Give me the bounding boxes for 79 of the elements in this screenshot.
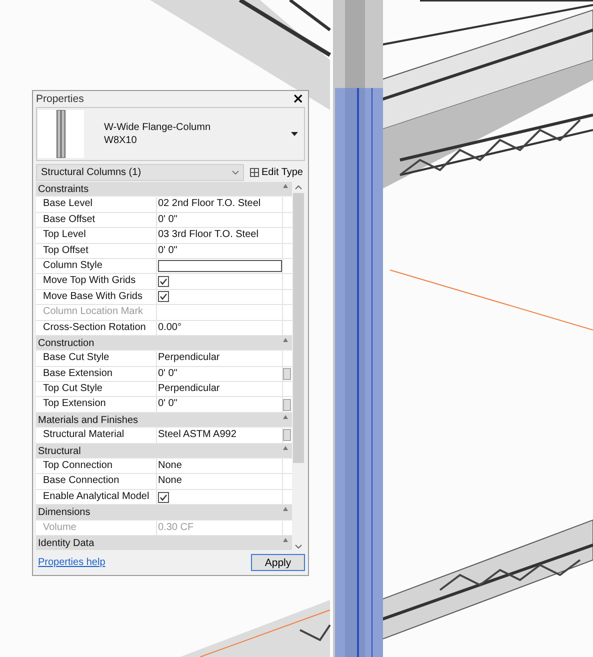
panel-title: Properties [36, 93, 84, 105]
checkbox[interactable] [158, 276, 169, 288]
property-row[interactable]: Base Level 02 2nd Floor T.O. Steel [36, 197, 292, 213]
property-label: Top Level [42, 228, 87, 242]
property-label: Base Cut Style [42, 351, 110, 366]
property-row[interactable]: Base Offset 0' 0" [36, 212, 292, 228]
collapse-icon [283, 538, 288, 543]
scrollbar[interactable] [292, 182, 305, 552]
property-label: Top Extension [42, 397, 107, 412]
property-row[interactable]: Top Extension 0' 0" [36, 397, 292, 413]
section-header[interactable]: Structural [36, 444, 292, 460]
type-name: W8X10 [104, 135, 138, 146]
property-label: Base Offset [42, 212, 96, 227]
property-value[interactable]: 03 3rd Floor T.O. Steel [158, 228, 258, 243]
property-value[interactable]: None [158, 459, 182, 474]
property-row[interactable]: Base Extension 0' 0" [36, 366, 292, 382]
property-row[interactable]: Structural Material Steel ASTM A992 [36, 428, 292, 444]
property-value[interactable]: 02 2nd Floor T.O. Steel [158, 197, 261, 212]
apply-button[interactable]: Apply [251, 554, 305, 571]
checkbox[interactable] [158, 492, 169, 502]
scroll-down-icon[interactable] [295, 544, 302, 549]
section-header[interactable]: Identity Data [36, 536, 292, 552]
grid-icon [250, 168, 260, 176]
property-row[interactable]: Base Cut Style Perpendicular [36, 351, 292, 367]
property-row[interactable]: Top Offset 0' 0" [36, 244, 292, 259]
checkbox[interactable] [158, 291, 169, 302]
family-name: W-Wide Flange-Column [104, 122, 212, 133]
chevron-icon [232, 170, 240, 174]
property-row[interactable]: Top Cut Style Perpendicular [36, 382, 292, 398]
section-header[interactable]: Materials and Finishes [36, 412, 292, 428]
property-row[interactable]: Enable Analytical Model [36, 490, 292, 506]
property-label: Top Offset [42, 244, 90, 258]
property-value[interactable]: 0.00° [158, 320, 182, 335]
property-row[interactable]: Base Connection None [36, 474, 292, 490]
property-row[interactable]: Top Level 03 3rd Floor T.O. Steel [36, 228, 292, 244]
collapse-icon [283, 184, 288, 189]
edit-type-button[interactable]: Edit Type [248, 166, 305, 178]
property-row[interactable]: Column Style [36, 258, 292, 274]
scroll-up-icon[interactable] [295, 185, 302, 190]
collapse-icon [283, 414, 288, 420]
property-row[interactable]: Top Connection None [36, 459, 292, 474]
collapse-icon [283, 446, 288, 451]
help-link[interactable]: Properties help [36, 557, 106, 568]
property-label: Cross-Section Rotation [42, 320, 147, 335]
section-header[interactable]: Construction [36, 336, 292, 352]
property-label: Base Connection [42, 474, 120, 488]
property-label: Top Cut Style [42, 382, 104, 396]
section-header[interactable]: Dimensions [36, 505, 292, 521]
property-label: Base Level [42, 197, 94, 212]
property-value[interactable]: 0' 0" [158, 244, 178, 258]
property-row[interactable]: Cross-Section Rotation 0.00° [36, 320, 292, 336]
caret-icon [291, 132, 298, 136]
property-label: Column Location Mark [42, 305, 144, 320]
property-label: Base Extension [42, 366, 114, 381]
property-label: Move Top With Grids [42, 274, 137, 288]
type-selector[interactable]: W-Wide Flange-Column W8X10 [36, 107, 305, 161]
property-row[interactable]: Move Top With Grids [36, 274, 292, 290]
property-value[interactable]: Perpendicular [158, 382, 220, 396]
property-label: Column Style [42, 258, 104, 273]
property-value[interactable]: None [158, 474, 182, 489]
property-value[interactable]: 0' 0" [158, 366, 178, 382]
property-value[interactable]: Perpendicular [158, 351, 220, 366]
property-row[interactable]: Move Base With Grids [36, 290, 292, 306]
collapse-icon [283, 507, 288, 512]
column-icon [56, 110, 66, 158]
section-header[interactable]: Constraints [36, 182, 292, 198]
property-label: Structural Material [42, 428, 126, 442]
scroll-thumb[interactable] [293, 193, 304, 463]
property-value[interactable]: 0' 0" [158, 212, 178, 228]
close-button[interactable]: × [291, 92, 305, 106]
collapse-icon [283, 338, 288, 343]
property-label: Top Connection [42, 459, 114, 474]
property-value[interactable]: Steel ASTM A992 [158, 428, 236, 443]
property-label: Move Base With Grids [42, 290, 144, 304]
property-label: Volume [42, 520, 78, 535]
property-label: Enable Analytical Model [42, 490, 150, 504]
property-value[interactable]: 0' 0" [158, 397, 178, 412]
category-dropdown[interactable]: Structural Columns (1) [36, 164, 244, 180]
input-field[interactable] [158, 260, 282, 272]
